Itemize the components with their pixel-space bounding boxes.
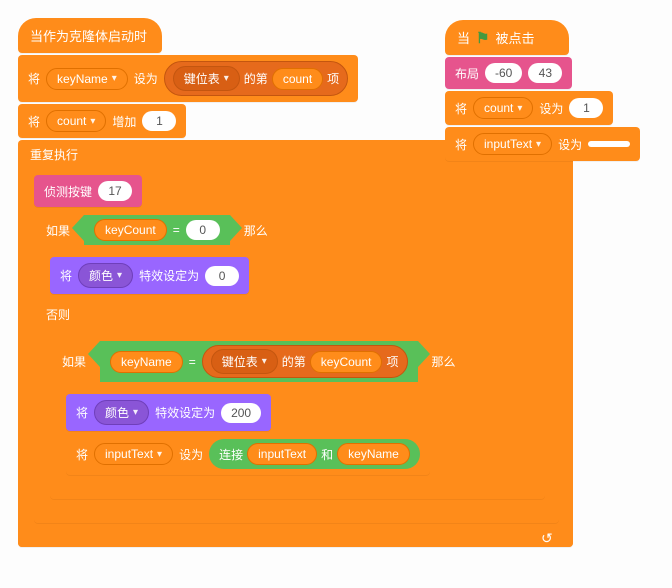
effect-color-2[interactable]: 颜色	[94, 400, 149, 425]
txt: 的第	[282, 353, 306, 370]
txt: 那么	[244, 222, 268, 239]
txt: 增加	[112, 113, 136, 130]
layout-y[interactable]: 43	[528, 63, 562, 83]
change-count-block[interactable]: 将 count 增加 1	[18, 104, 186, 138]
idx-keyCount[interactable]: keyCount	[310, 351, 383, 373]
list-name[interactable]: 键位表	[173, 66, 240, 91]
effect-val-200[interactable]: 200	[221, 403, 261, 423]
item-reporter-2[interactable]: 键位表 的第 keyCount 项	[202, 345, 408, 378]
txt: 将	[60, 267, 72, 284]
txt: 被点击	[495, 28, 534, 47]
txt: 将	[76, 404, 88, 421]
txt: 设为	[134, 70, 158, 87]
op: =	[173, 223, 180, 237]
detect-value[interactable]: 17	[98, 181, 132, 201]
var-keyName2[interactable]: keyName	[110, 351, 183, 373]
txt: 项	[386, 353, 398, 370]
item-of-list-reporter[interactable]: 键位表 的第 count 项	[164, 61, 348, 96]
right-script: 当 ⚑ 被点击 布局 -60 43 将 count 设为 1 将 inputTe…	[445, 20, 640, 161]
txt: 那么	[432, 353, 456, 370]
txt: 将	[76, 446, 88, 463]
if-keyname-match[interactable]: 如果 keyName = 键位表 的第 keyCount 项	[50, 335, 545, 499]
detect-key-block[interactable]: 侦测按键 17	[34, 175, 142, 207]
idx-count[interactable]: count	[272, 68, 323, 90]
set-effect-200[interactable]: 将 颜色 特效设定为 200	[66, 394, 271, 431]
set-effect-0[interactable]: 将 颜色 特效设定为 0	[50, 257, 249, 294]
txt: 将	[455, 136, 467, 153]
var-inputText-r[interactable]: inputText	[473, 133, 552, 155]
loop-arrow-icon: ↻	[541, 530, 553, 547]
var-count[interactable]: count	[46, 110, 106, 132]
txt: 设为	[179, 446, 203, 463]
join-b[interactable]: keyName	[337, 443, 410, 465]
txt: 将	[455, 100, 467, 117]
txt: 和	[321, 446, 333, 463]
set-keyName-block[interactable]: 将 keyName 设为 键位表 的第 count 项	[18, 55, 358, 102]
join-reporter[interactable]: 连接 inputText 和 keyName	[209, 439, 420, 469]
txt: 侦测按键	[44, 183, 92, 200]
txt: 连接	[219, 446, 243, 463]
hat-flag-clicked[interactable]: 当 ⚑ 被点击	[445, 20, 569, 55]
txt: 如果	[46, 222, 70, 239]
set-inputText-join[interactable]: 将 inputText 设为 连接 inputText 和 keyName	[66, 433, 430, 475]
txt: 的第	[244, 70, 268, 87]
txt: 如果	[62, 353, 86, 370]
txt: 设为	[539, 100, 563, 117]
eq-keyname-item[interactable]: keyName = 键位表 的第 keyCount 项	[100, 341, 417, 382]
txt: 布局	[455, 65, 479, 82]
input-empty-val[interactable]	[588, 141, 630, 147]
layout-block[interactable]: 布局 -60 43	[445, 57, 572, 89]
layout-x[interactable]: -60	[485, 63, 522, 83]
hat-clone-start[interactable]: 当作为克隆体启动时	[18, 18, 162, 53]
set-inputText-empty[interactable]: 将 inputText 设为	[445, 127, 640, 161]
txt: 特效设定为	[155, 404, 215, 421]
join-a[interactable]: inputText	[247, 443, 317, 465]
zero-val[interactable]: 0	[186, 220, 220, 240]
effect-color[interactable]: 颜色	[78, 263, 133, 288]
var-keyCount[interactable]: keyCount	[94, 219, 167, 241]
eq-keycount-zero[interactable]: keyCount = 0	[84, 215, 230, 245]
txt: 设为	[558, 136, 582, 153]
txt: 将	[28, 70, 40, 87]
txt: 特效设定为	[139, 267, 199, 284]
else-label: 否则	[34, 300, 559, 329]
txt: 将	[28, 113, 40, 130]
txt: 项	[327, 70, 339, 87]
set-count-1[interactable]: 将 count 设为 1	[445, 91, 613, 125]
effect-val-0[interactable]: 0	[205, 266, 239, 286]
txt: 当	[457, 28, 470, 47]
inc-value[interactable]: 1	[142, 111, 176, 131]
green-flag-icon: ⚑	[476, 29, 489, 47]
if-keycount-zero[interactable]: 如果 keyCount = 0 那么 将 颜色 特效设定为	[34, 209, 559, 523]
list-name-2[interactable]: 键位表	[211, 349, 278, 374]
var-count-r[interactable]: count	[473, 97, 533, 119]
forever-cap: ↻	[18, 529, 573, 547]
op: =	[189, 355, 196, 369]
forever-block[interactable]: 重复执行 侦测按键 17 如果 keyCount = 0	[18, 140, 573, 547]
count-val-1[interactable]: 1	[569, 98, 603, 118]
var-inputText[interactable]: inputText	[94, 443, 173, 465]
forever-body: 侦测按键 17 如果 keyCount = 0 那么	[34, 175, 573, 523]
var-keyName[interactable]: keyName	[46, 68, 128, 90]
hat-label: 当作为克隆体启动时	[30, 26, 147, 45]
